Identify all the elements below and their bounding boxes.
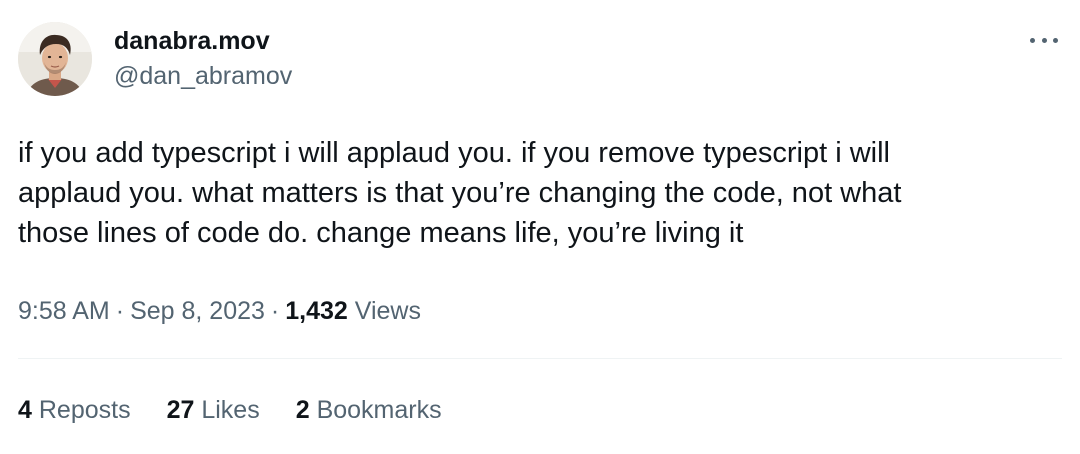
reposts-count: 4 <box>18 396 32 424</box>
bookmarks-count: 2 <box>295 396 310 424</box>
display-name[interactable]: danabra.mov <box>114 26 292 56</box>
reposts-stat[interactable]: 4 Reposts <box>18 393 131 427</box>
more-horizontal-icon[interactable] <box>1030 30 1058 50</box>
avatar-photo-icon <box>18 22 92 96</box>
divider <box>18 358 1062 359</box>
bookmarks-label: Bookmarks <box>316 396 442 424</box>
avatar[interactable] <box>18 22 92 96</box>
bookmarks-stat[interactable]: 2 Bookmarks <box>296 393 442 427</box>
user-handle[interactable]: @dan_abramov <box>114 60 292 92</box>
likes-count: 27 <box>166 396 195 424</box>
views-label: Views <box>354 297 421 325</box>
more-dot <box>1053 37 1058 43</box>
meta-separator: · <box>270 297 280 325</box>
tweet-time[interactable]: 9:58 AM <box>18 297 110 325</box>
tweet-stats: 4 Reposts 27 Likes 2 Bookmarks <box>18 393 478 427</box>
user-block: danabra.mov @dan_abramov <box>114 26 292 92</box>
tweet-text: if you add typescript i will applaud you… <box>18 137 902 249</box>
tweet-date[interactable]: Sep 8, 2023 <box>130 297 265 325</box>
tweet-header: danabra.mov @dan_abramov <box>18 22 292 96</box>
tweet-meta: 9:58 AM · Sep 8, 2023 · 1,432 Views <box>18 294 421 328</box>
reposts-label: Reposts <box>38 396 131 424</box>
views-count: 1,432 <box>285 297 348 325</box>
likes-label: Likes <box>201 396 260 424</box>
likes-stat[interactable]: 27 Likes <box>167 393 260 427</box>
tweet-card: danabra.mov @dan_abramov if you add type… <box>0 0 1080 454</box>
more-dot <box>1041 37 1047 43</box>
meta-separator: · <box>115 297 125 325</box>
more-dot <box>1030 37 1035 43</box>
